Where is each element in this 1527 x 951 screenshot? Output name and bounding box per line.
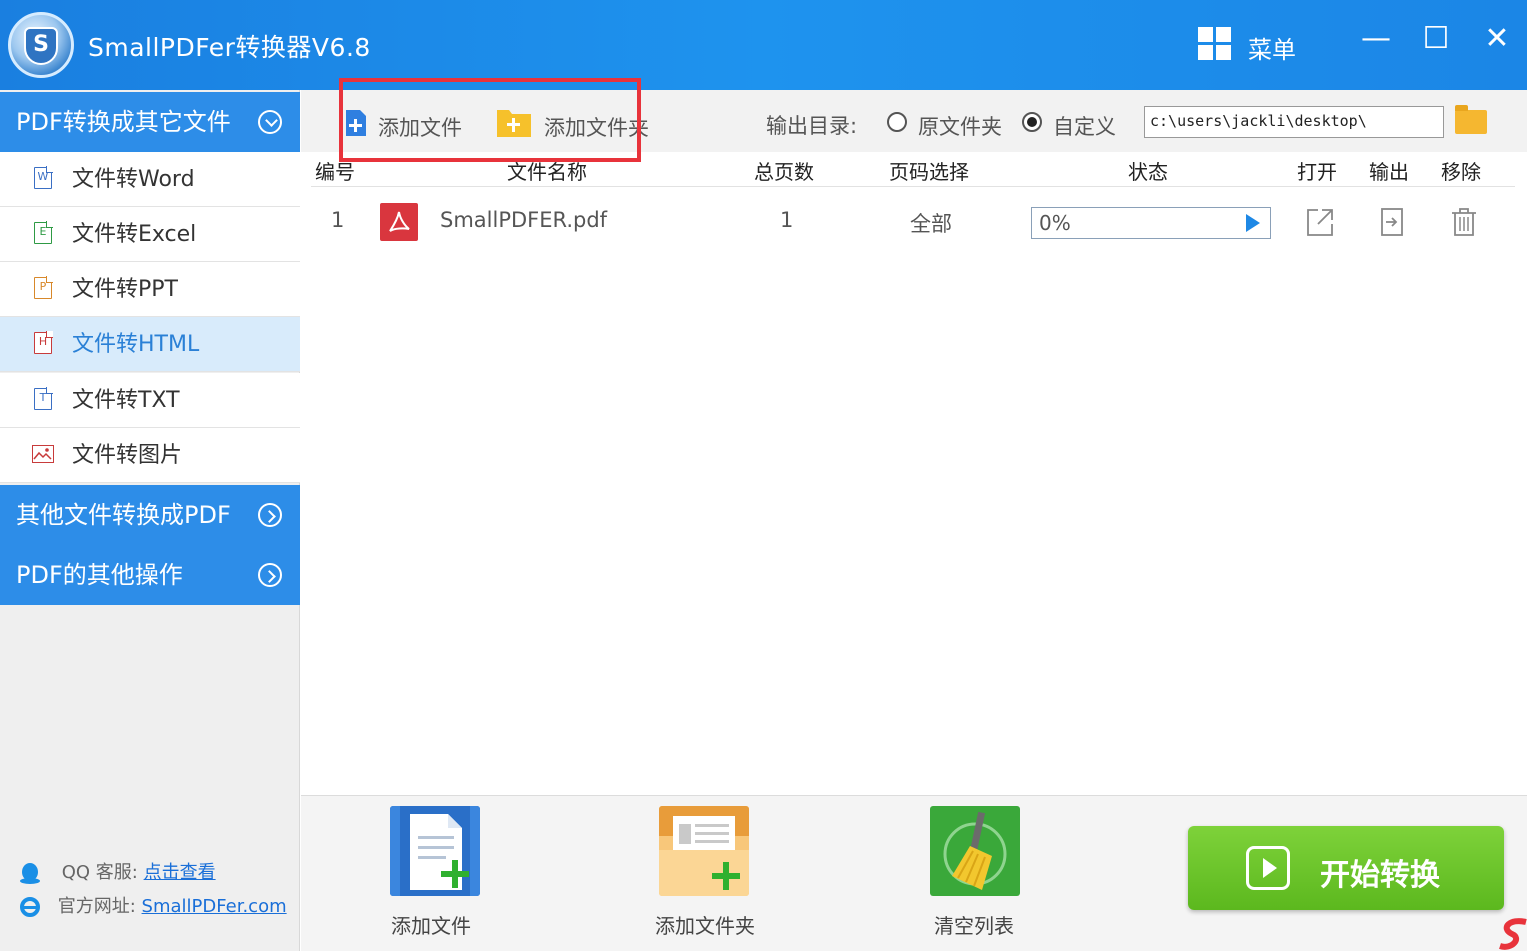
app-title: SmallPDFer转换器V6.8 — [88, 33, 371, 62]
image-file-icon — [32, 445, 54, 463]
section-pdf-other-ops[interactable]: PDF的其他操作 — [0, 545, 300, 605]
open-external-icon[interactable] — [1306, 207, 1334, 237]
official-site: 官方网址: SmallPDFer.com — [18, 892, 287, 919]
sidebar-item-label: 文件转图片 — [72, 443, 183, 468]
header-divider — [311, 186, 1515, 187]
sidebar-item-label: 文件转TXT — [72, 388, 180, 413]
chevron-right-icon — [258, 563, 282, 587]
sidebar-item-word[interactable]: W 文件转Word — [0, 152, 300, 207]
start-convert-button[interactable]: 开始转换 — [1188, 826, 1504, 910]
bottom-add-folder-label: 添加文件夹 — [655, 914, 755, 938]
browse-folder-icon[interactable] — [1455, 105, 1487, 134]
pdf-file-icon — [380, 203, 418, 241]
col-name: 文件名称 — [507, 160, 587, 184]
row-filename: SmallPDFER.pdf — [440, 208, 608, 232]
big-add-folder-icon — [659, 806, 749, 896]
official-site-link[interactable]: SmallPDFer.com — [142, 896, 287, 917]
sidebar-item-label: 文件转PPT — [72, 277, 178, 302]
menu-button[interactable]: 菜单 — [1248, 30, 1296, 65]
col-remove: 移除 — [1441, 160, 1481, 184]
progress-text: 0% — [1039, 211, 1071, 235]
start-convert-label: 开始转换 — [1320, 858, 1440, 893]
minimize-button[interactable]: — — [1358, 22, 1394, 58]
ie-browser-icon — [20, 897, 40, 917]
sidebar-item-label: 文件转Excel — [72, 222, 197, 247]
close-button[interactable]: ✕ — [1479, 22, 1515, 58]
word-file-icon: W — [34, 166, 53, 189]
play-icon[interactable] — [1246, 214, 1260, 232]
broom-icon — [930, 806, 1020, 896]
play-icon — [1246, 846, 1290, 890]
section-label: PDF转换成其它文件 — [16, 108, 231, 136]
sidebar-item-image[interactable]: 文件转图片 — [0, 428, 300, 483]
ppt-file-icon: P — [34, 276, 53, 299]
sidebar-item-label: 文件转HTML — [72, 332, 200, 357]
col-status: 状态 — [1128, 160, 1168, 184]
title-bar: S SmallPDFer转换器V6.8 菜单 — ☐ ✕ — [0, 0, 1527, 90]
menu-grid-icon[interactable] — [1198, 27, 1232, 61]
section-label: 其他文件转换成PDF — [16, 501, 231, 529]
txt-file-icon: T — [34, 387, 53, 410]
section-label: PDF的其他操作 — [16, 561, 183, 589]
row-range[interactable]: 全部 — [910, 208, 952, 238]
radio-custom[interactable] — [1022, 112, 1042, 132]
sidebar-item-ppt[interactable]: P 文件转PPT — [0, 262, 300, 317]
col-pages: 总页数 — [754, 160, 814, 184]
official-site-label: 官方网址: — [57, 896, 136, 917]
radio-original-folder[interactable] — [887, 112, 907, 132]
output-path-input[interactable]: c:\users\jackli\desktop\ — [1144, 106, 1444, 138]
logo-shield: S — [24, 27, 58, 65]
col-index: 编号 — [315, 160, 355, 184]
section-pdf-to-other[interactable]: PDF转换成其它文件 — [0, 92, 300, 152]
col-output: 输出 — [1369, 160, 1409, 184]
sidebar-item-label: 文件转Word — [72, 167, 195, 192]
trash-icon[interactable] — [1450, 207, 1478, 237]
big-add-file-icon — [390, 806, 480, 896]
option-custom-label: 自定义 — [1053, 115, 1116, 139]
excel-file-icon: E — [34, 221, 53, 244]
highlight-box — [339, 78, 641, 162]
qq-support-label: QQ 客服: — [61, 862, 138, 883]
row-index: 1 — [331, 208, 345, 232]
sidebar-item-html[interactable]: H 文件转HTML — [0, 317, 300, 372]
output-dir-label: 输出目录: — [766, 114, 858, 138]
section-other-to-pdf[interactable]: 其他文件转换成PDF — [0, 485, 300, 545]
chevron-right-icon — [258, 503, 282, 527]
clear-list-label: 清空列表 — [934, 914, 1014, 938]
qq-support-link[interactable]: 点击查看 — [144, 862, 216, 883]
sidebar-item-txt[interactable]: T 文件转TXT — [0, 373, 300, 428]
corner-brand-icon — [1499, 918, 1527, 950]
col-range: 页码选择 — [889, 160, 969, 184]
chevron-down-icon — [258, 110, 282, 134]
html-file-icon: H — [34, 331, 53, 354]
app-logo-icon: S — [8, 12, 74, 78]
qq-penguin-icon — [20, 863, 40, 884]
col-open: 打开 — [1297, 160, 1337, 184]
progress-bar: 0% — [1031, 207, 1271, 239]
qq-support: QQ 客服: 点击查看 — [18, 858, 216, 885]
row-pages: 1 — [780, 208, 794, 232]
maximize-button[interactable]: ☐ — [1418, 22, 1454, 58]
bottom-add-file-label: 添加文件 — [391, 914, 471, 938]
sidebar-item-excel[interactable]: E 文件转Excel — [0, 207, 300, 262]
option-original-label: 原文件夹 — [918, 115, 1002, 139]
output-folder-icon[interactable] — [1379, 207, 1407, 237]
